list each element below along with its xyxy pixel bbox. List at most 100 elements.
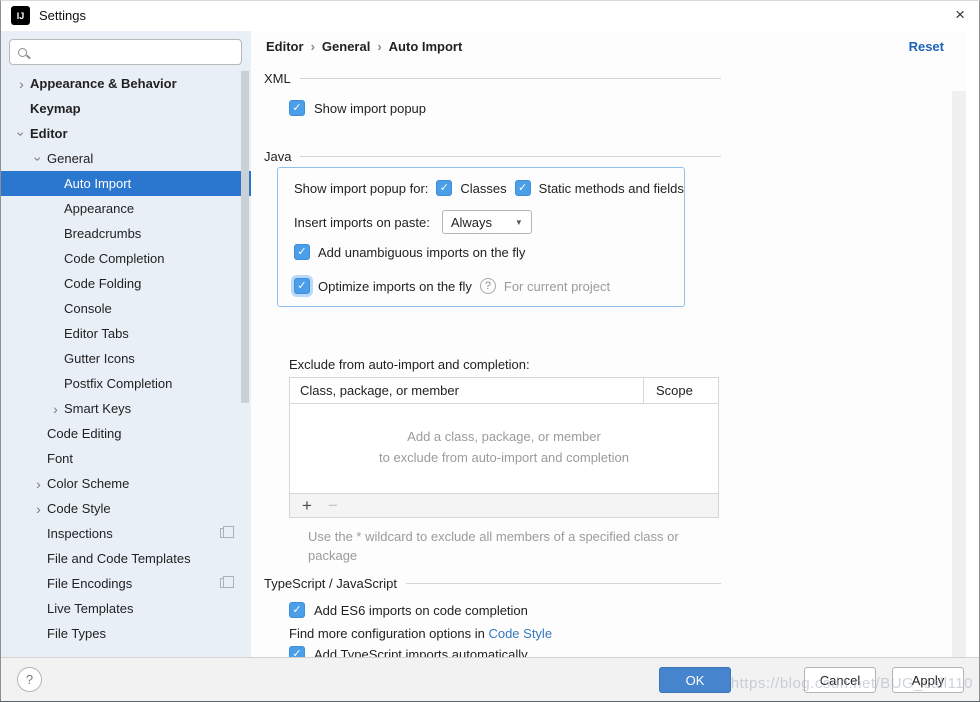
classes-label: Classes [460, 181, 506, 196]
sidebar-item-appearance-behavior[interactable]: ›Appearance & Behavior [1, 71, 251, 96]
es6-imports-row: ✓ Add ES6 imports on code completion [289, 602, 528, 618]
sidebar-scrollbar-thumb[interactable] [241, 71, 249, 403]
sidebar-item-file-encodings[interactable]: ›File Encodings [1, 571, 251, 596]
breadcrumb-editor[interactable]: Editor [266, 39, 304, 54]
section-divider [300, 78, 721, 79]
sidebar-item-font[interactable]: ›Font [1, 446, 251, 471]
apply-button[interactable]: Apply [892, 667, 964, 693]
sidebar-item-file-and-code-templates[interactable]: ›File and Code Templates [1, 546, 251, 571]
sidebar-item-code-style[interactable]: ›Code Style [1, 496, 251, 521]
chevron-right-icon[interactable]: › [30, 476, 47, 492]
show-import-popup-label: Show import popup [314, 101, 426, 116]
sidebar-item-inspections[interactable]: ›Inspections [1, 521, 251, 546]
sidebar-item-color-scheme[interactable]: ›Color Scheme [1, 471, 251, 496]
sidebar-item-smart-keys[interactable]: ›Smart Keys [1, 396, 251, 421]
help-icon[interactable]: ? [480, 278, 496, 294]
title-bar: IJ Settings × [1, 1, 979, 31]
chevron-down-icon[interactable]: › [31, 150, 47, 167]
optimize-imports-row: ✓ Optimize imports on the fly ? For curr… [294, 278, 610, 294]
sidebar-item-label: General [47, 151, 93, 166]
sidebar-item-label: Code Folding [64, 276, 141, 291]
insert-imports-dropdown[interactable]: Always ▼ [442, 210, 532, 234]
close-icon[interactable]: × [955, 5, 965, 25]
column-class-package-member[interactable]: Class, package, or member [290, 378, 644, 403]
chevron-right-icon[interactable]: › [47, 401, 64, 417]
help-button[interactable]: ? [17, 667, 42, 692]
show-popup-for-label: Show import popup for: [294, 181, 428, 196]
exclude-label: Exclude from auto-import and completion: [289, 357, 530, 372]
sidebar-item-editor-tabs[interactable]: ›Editor Tabs [1, 321, 251, 346]
ok-button[interactable]: OK [659, 667, 731, 693]
breadcrumb-separator: › [377, 39, 381, 54]
sidebar-item-code-editing[interactable]: ›Code Editing [1, 421, 251, 446]
exclude-table[interactable]: Class, package, or member Scope Add a cl… [289, 377, 719, 494]
chevron-right-icon[interactable]: › [30, 501, 47, 517]
section-java: Java [264, 149, 721, 164]
sidebar-item-console[interactable]: ›Console [1, 296, 251, 321]
sidebar-item-label: Gutter Icons [64, 351, 135, 366]
sidebar-item-code-completion[interactable]: ›Code Completion [1, 246, 251, 271]
sidebar-item-label: Smart Keys [64, 401, 131, 416]
sidebar-item-auto-import[interactable]: ›Auto Import [1, 171, 251, 196]
sidebar-item-label: Breadcrumbs [64, 226, 141, 241]
optimize-imports-hint: For current project [504, 279, 610, 294]
content-scrollbar-track[interactable] [952, 91, 966, 687]
show-import-popup-checkbox[interactable]: ✓ [289, 100, 305, 116]
breadcrumb-separator: › [311, 39, 315, 54]
code-style-link[interactable]: Code Style [488, 626, 552, 641]
wildcard-hint: Use the * wildcard to exclude all member… [308, 527, 708, 565]
unambiguous-imports-checkbox[interactable]: ✓ [294, 244, 310, 260]
settings-sidebar: ›Appearance & Behavior›Keymap›Editor›Gen… [1, 31, 251, 657]
sidebar-item-label: Appearance & Behavior [30, 76, 177, 91]
sidebar-item-label: Live Templates [47, 601, 133, 616]
add-icon[interactable]: + [302, 496, 312, 516]
sidebar-item-postfix-completion[interactable]: ›Postfix Completion [1, 371, 251, 396]
sidebar-item-editor[interactable]: ›Editor [1, 121, 251, 146]
breadcrumb-general[interactable]: General [322, 39, 370, 54]
sidebar-item-keymap[interactable]: ›Keymap [1, 96, 251, 121]
section-divider [406, 583, 721, 584]
es6-imports-checkbox[interactable]: ✓ [289, 602, 305, 618]
sidebar-item-appearance[interactable]: ›Appearance [1, 196, 251, 221]
sidebar-item-label: Console [64, 301, 112, 316]
sidebar-item-label: Code Style [47, 501, 111, 516]
sidebar-item-label: Code Editing [47, 426, 121, 441]
sidebar-item-label: Editor [30, 126, 68, 141]
sidebar-item-code-folding[interactable]: ›Code Folding [1, 271, 251, 296]
sidebar-item-label: File and Code Templates [47, 551, 191, 566]
sidebar-item-file-types[interactable]: ›File Types [1, 621, 251, 646]
es6-imports-label: Add ES6 imports on code completion [314, 603, 528, 618]
sidebar-item-general[interactable]: ›General [1, 146, 251, 171]
cancel-button[interactable]: Cancel [804, 667, 876, 693]
remove-icon: − [328, 496, 338, 516]
exclude-table-header: Class, package, or member Scope [290, 378, 718, 404]
show-import-popup-row: ✓ Show import popup [289, 100, 426, 116]
section-typescript: TypeScript / JavaScript [264, 576, 721, 591]
find-more-text: Find more configuration options in Code … [289, 626, 552, 641]
insert-imports-value: Always [451, 215, 492, 230]
section-divider [300, 156, 721, 157]
sidebar-item-label: Font [47, 451, 73, 466]
reset-link[interactable]: Reset [909, 39, 944, 54]
chevron-right-icon[interactable]: › [13, 76, 30, 92]
settings-dialog: IJ Settings × ›Appearance & Behavior›Key… [0, 0, 980, 702]
sidebar-item-breadcrumbs[interactable]: ›Breadcrumbs [1, 221, 251, 246]
static-methods-checkbox[interactable]: ✓ [515, 180, 531, 196]
search-input[interactable] [9, 39, 242, 65]
classes-checkbox[interactable]: ✓ [436, 180, 452, 196]
column-scope[interactable]: Scope [644, 383, 693, 398]
intellij-logo-icon: IJ [11, 6, 30, 25]
sidebar-item-label: Auto Import [64, 176, 131, 191]
sidebar-item-live-templates[interactable]: ›Live Templates [1, 596, 251, 621]
chevron-down-icon[interactable]: › [14, 125, 30, 142]
sidebar-item-gutter-icons[interactable]: ›Gutter Icons [1, 346, 251, 371]
static-methods-label: Static methods and fields [539, 181, 684, 196]
sidebar-item-label: File Types [47, 626, 106, 641]
optimize-imports-checkbox[interactable]: ✓ [294, 278, 310, 294]
search-icon [18, 48, 27, 57]
sidebar-item-label: Appearance [64, 201, 134, 216]
sidebar-item-label: Postfix Completion [64, 376, 172, 391]
sidebar-item-label: File Encodings [47, 576, 132, 591]
section-xml: XML [264, 71, 721, 86]
copy-settings-icon [220, 578, 229, 588]
